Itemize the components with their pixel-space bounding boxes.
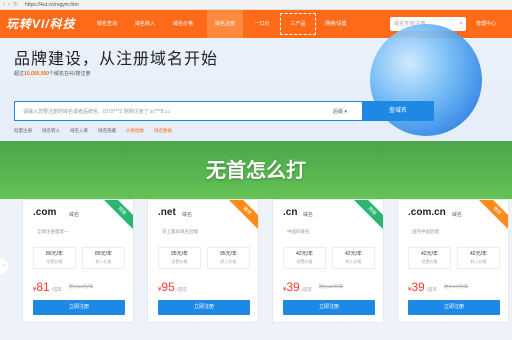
card-price: ¥39/首年 bbox=[408, 280, 437, 294]
register-button[interactable]: 立即注册 bbox=[158, 300, 250, 315]
price-unit: /首年 bbox=[301, 287, 312, 292]
transfer-price-cell: 42元/年转入价格 bbox=[457, 247, 500, 269]
renew-price: 42元/年 bbox=[421, 251, 438, 257]
card-tld-name: 域名 bbox=[452, 212, 463, 218]
link-domain-storage[interactable]: 域名入库 bbox=[70, 128, 88, 134]
nav-item-domain-transfer[interactable]: 域名转入 bbox=[130, 10, 160, 38]
card-tld: .com.cn bbox=[408, 207, 446, 218]
nav-item-domain-query[interactable]: 域名查询 bbox=[92, 10, 122, 38]
reload-icon[interactable]: ↻ bbox=[13, 1, 18, 9]
back-icon[interactable]: ‹ bbox=[3, 1, 5, 9]
price-value: 95 bbox=[161, 280, 175, 294]
suffix-select[interactable]: 后缀 ▾ bbox=[333, 102, 347, 122]
site-logo[interactable]: 玩转VI/科技 bbox=[6, 15, 76, 32]
register-button[interactable]: 立即注册 bbox=[33, 300, 125, 315]
card-tld-name: 域名 bbox=[182, 212, 193, 218]
suffix-select-label: 后缀 bbox=[333, 109, 344, 115]
domain-card-com: .com 域名 热销 全球注册量第一 89元/年续费价格 89元/年转入价格 ¥… bbox=[22, 199, 134, 323]
transfer-price: 89元/年 bbox=[95, 251, 112, 257]
transfer-label: 转入价格 bbox=[345, 259, 362, 264]
card-desc: 全球注册量第一 bbox=[37, 229, 69, 234]
renew-label: 续费价格 bbox=[46, 259, 63, 264]
hero-quick-links: 批量注册 域名转入 域名入库 域名隐藏 价格指数 域名数据 bbox=[14, 128, 172, 134]
url-text[interactable]: https://4ut.cn/regym.htm bbox=[25, 1, 79, 9]
card-tld: .com bbox=[33, 207, 57, 218]
domain-card-com-cn: .com.cn 域名 推荐 国内中国后缀 42元/年续费价格 42元/年转入价格… bbox=[397, 199, 509, 323]
price-unit: /首年 bbox=[176, 287, 187, 292]
transfer-price: 95元/年 bbox=[220, 251, 237, 257]
original-price: 原价89元/年 bbox=[69, 284, 94, 289]
card-price: ¥81/首年 bbox=[33, 280, 62, 294]
card-tld: .net bbox=[158, 207, 176, 218]
hero-sub-suffix: 个域名在4U搜注册 bbox=[49, 71, 91, 77]
link-price-index[interactable]: 价格指数 bbox=[126, 128, 144, 134]
transfer-price-cell: 89元/年转入价格 bbox=[82, 247, 125, 269]
link-domain-transfer[interactable]: 域名转入 bbox=[42, 128, 60, 134]
link-domain-data[interactable]: 域名数据 bbox=[154, 128, 172, 134]
card-tld-name: 域名 bbox=[69, 212, 80, 218]
hero-subtitle: 超过10,000,000个域名在4U搜注册 bbox=[14, 70, 90, 77]
renew-price-cell: 42元/年续费价格 bbox=[283, 247, 326, 269]
hero-sub-prefix: 超过 bbox=[14, 71, 25, 77]
card-ribbon: 推荐 bbox=[475, 200, 508, 233]
price-unit: /首年 bbox=[426, 287, 437, 292]
card-ribbon: 热销 bbox=[100, 200, 133, 233]
manage-center-link[interactable]: 管理中心 bbox=[476, 10, 496, 38]
forward-icon[interactable]: › bbox=[8, 1, 10, 9]
nav-item-products[interactable]: 三产品 bbox=[280, 13, 316, 35]
price-unit: /首年 bbox=[51, 287, 62, 292]
register-button[interactable]: 立即注册 bbox=[283, 300, 375, 315]
renew-price-cell: 95元/年续费价格 bbox=[158, 247, 201, 269]
renew-price: 95元/年 bbox=[171, 251, 188, 257]
card-ribbon: 热销 bbox=[350, 200, 383, 233]
renew-price-cell: 89元/年续费价格 bbox=[33, 247, 76, 269]
card-desc: 中国的域名 bbox=[287, 229, 310, 234]
domain-search-bar[interactable]: 请输入您要注册的域名或者品牌名、ID79***2 刚刚注册了 zc***8.cc… bbox=[14, 101, 434, 121]
card-price: ¥39/首年 bbox=[283, 280, 312, 294]
card-desc: 史上最早域名后缀 bbox=[162, 229, 198, 234]
nav-item-network-settings[interactable]: 网络/设置 bbox=[318, 10, 354, 38]
transfer-label: 转入价格 bbox=[470, 259, 487, 264]
renew-price: 42元/年 bbox=[296, 251, 313, 257]
price-value: 81 bbox=[36, 280, 50, 294]
original-price: 原价42元/年 bbox=[319, 284, 344, 289]
price-value: 39 bbox=[286, 280, 300, 294]
link-domain-hide[interactable]: 域名隐藏 bbox=[98, 128, 116, 134]
transfer-price: 42元/年 bbox=[470, 251, 487, 257]
nav-item-domain-register[interactable]: 域名注册 bbox=[207, 10, 243, 38]
price-value: 39 bbox=[411, 280, 425, 294]
register-button[interactable]: 立即注册 bbox=[408, 300, 500, 315]
chevron-down-icon: ▾ bbox=[344, 109, 347, 115]
nav-item-fixed-price[interactable]: 一口价 bbox=[248, 10, 276, 38]
transfer-price: 42元/年 bbox=[345, 251, 362, 257]
transfer-label: 转入价格 bbox=[95, 259, 112, 264]
renew-label: 续费价格 bbox=[171, 259, 188, 264]
carousel-prev-arrow[interactable]: ‹ bbox=[0, 258, 8, 274]
transfer-label: 转入价格 bbox=[220, 259, 237, 264]
overlay-text: 无首怎么打 bbox=[206, 160, 306, 182]
card-desc: 国内中国后缀 bbox=[412, 229, 439, 234]
search-icon[interactable]: ⌕ bbox=[459, 17, 463, 31]
browser-address-bar: ‹ › ↻ https://4ut.cn/regym.htm bbox=[0, 0, 512, 10]
transfer-price-cell: 95元/年转入价格 bbox=[207, 247, 250, 269]
card-price: ¥95/首年 bbox=[158, 280, 187, 294]
domain-search-input[interactable]: 请输入您要注册的域名或者品牌名、ID79***2 刚刚注册了 zc***8.cc bbox=[23, 102, 170, 122]
renew-price-cell: 42元/年续费价格 bbox=[408, 247, 451, 269]
domain-card-net: .net 域名 推荐 史上最早域名后缀 95元/年 续费价格 95元/年 转入价格 … bbox=[147, 199, 259, 323]
card-ribbon: 推荐 bbox=[225, 200, 258, 233]
card-tld-name: 域名 bbox=[303, 212, 314, 218]
search-domain-button[interactable]: 查域名 bbox=[362, 101, 434, 121]
renew-label: 续费价格 bbox=[296, 259, 313, 264]
nav-item-domain-price[interactable]: 域名价格 bbox=[168, 10, 198, 38]
link-bulk-register[interactable]: 批量注册 bbox=[14, 128, 32, 134]
renew-label: 续费价格 bbox=[421, 259, 438, 264]
card-tld: .cn bbox=[283, 207, 298, 218]
hero-sub-count: 10,000,000 bbox=[24, 71, 50, 77]
renew-price: 89元/年 bbox=[46, 251, 63, 257]
transfer-price-cell: 42元/年转入价格 bbox=[332, 247, 375, 269]
original-price: 原价47元/年 bbox=[444, 284, 469, 289]
hero-title: 品牌建设，从注册域名开始 bbox=[14, 51, 219, 68]
domain-card-cn: .cn 域名 热销 中国的域名 42元/年续费价格 42元/年转入价格 ¥39/… bbox=[272, 199, 384, 323]
